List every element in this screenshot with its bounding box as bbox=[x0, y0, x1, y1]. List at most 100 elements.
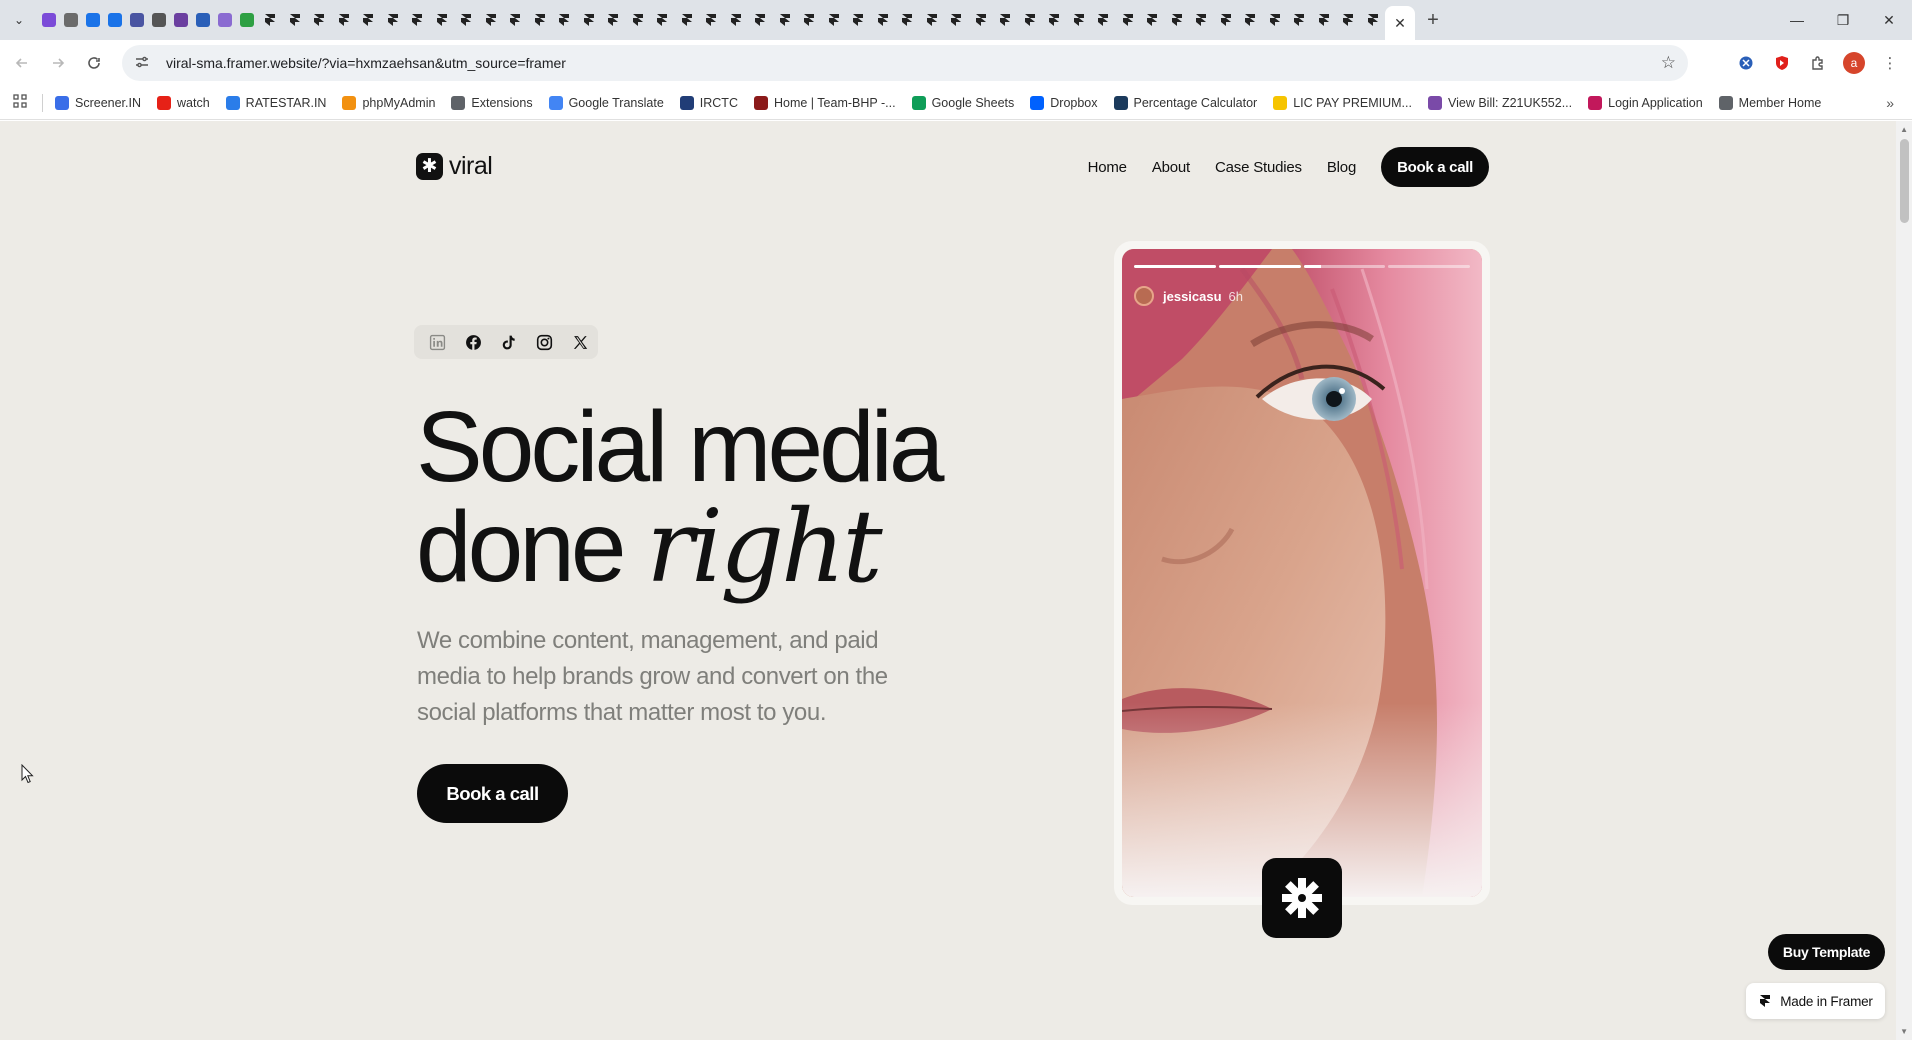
browser-tab[interactable] bbox=[993, 6, 1018, 34]
bookmark-item[interactable]: phpMyAdmin bbox=[342, 95, 435, 110]
browser-tab[interactable] bbox=[871, 6, 896, 34]
url-text[interactable]: viral-sma.framer.website/?via=hxmzaehsan… bbox=[166, 55, 566, 71]
browser-tab[interactable] bbox=[1140, 6, 1165, 34]
browser-tab[interactable] bbox=[748, 6, 773, 34]
browser-tab[interactable] bbox=[822, 6, 847, 34]
bookmark-item[interactable]: watch bbox=[157, 95, 210, 110]
browser-tab[interactable] bbox=[1042, 6, 1067, 34]
bookmark-item[interactable]: Percentage Calculator bbox=[1113, 95, 1257, 110]
shield-extension-icon[interactable] bbox=[1764, 45, 1800, 81]
browser-tab[interactable] bbox=[552, 6, 577, 34]
buy-template-button[interactable]: Buy Template bbox=[1768, 934, 1885, 970]
browser-tab[interactable] bbox=[192, 6, 214, 34]
browser-tab[interactable] bbox=[577, 6, 602, 34]
browser-tab[interactable] bbox=[1067, 6, 1092, 34]
browser-tab[interactable] bbox=[895, 6, 920, 34]
browser-tab[interactable] bbox=[944, 6, 969, 34]
active-tab[interactable]: ✕ bbox=[1385, 6, 1415, 40]
restore-button[interactable]: ❐ bbox=[1820, 0, 1866, 40]
bookmark-item[interactable]: Google Translate bbox=[548, 95, 664, 110]
browser-tab[interactable] bbox=[969, 6, 994, 34]
browser-tab[interactable] bbox=[82, 6, 104, 34]
browser-tab[interactable] bbox=[38, 6, 60, 34]
browser-tab[interactable] bbox=[1214, 6, 1239, 34]
made-in-framer-badge[interactable]: Made in Framer bbox=[1746, 983, 1885, 1019]
bookmark-item[interactable]: LIC PAY PREMIUM... bbox=[1273, 95, 1412, 110]
browser-tab[interactable] bbox=[104, 6, 126, 34]
bookmarks-overflow-button[interactable]: » bbox=[1886, 95, 1894, 111]
bookmark-item[interactable]: Home | Team-BHP -... bbox=[753, 95, 896, 110]
site-info-icon[interactable] bbox=[134, 54, 156, 73]
browser-tab[interactable] bbox=[773, 6, 798, 34]
browser-tab[interactable] bbox=[503, 6, 528, 34]
x-icon[interactable] bbox=[562, 325, 598, 359]
browser-tab[interactable] bbox=[170, 6, 192, 34]
browser-tab[interactable] bbox=[405, 6, 430, 34]
browser-tab[interactable] bbox=[1336, 6, 1361, 34]
browser-tab[interactable] bbox=[236, 6, 258, 34]
browser-tab[interactable] bbox=[430, 6, 455, 34]
facebook-icon[interactable] bbox=[456, 325, 492, 359]
browser-tab[interactable] bbox=[1165, 6, 1190, 34]
browser-tab[interactable] bbox=[797, 6, 822, 34]
bookmark-item[interactable]: Dropbox bbox=[1030, 95, 1098, 110]
browser-tab[interactable] bbox=[381, 6, 406, 34]
scroll-up-icon[interactable]: ▲ bbox=[1900, 125, 1908, 134]
nav-book-call-button[interactable]: Book a call bbox=[1381, 147, 1489, 187]
bookmark-item[interactable]: IRCTC bbox=[679, 95, 738, 110]
close-window-button[interactable]: ✕ bbox=[1866, 0, 1912, 40]
close-icon[interactable]: ✕ bbox=[1394, 15, 1406, 32]
browser-tab[interactable] bbox=[1287, 6, 1312, 34]
browser-tab[interactable] bbox=[601, 6, 626, 34]
nav-blog[interactable]: Blog bbox=[1327, 159, 1356, 176]
bookmark-item[interactable]: RATESTAR.IN bbox=[225, 95, 326, 110]
nav-case-studies[interactable]: Case Studies bbox=[1215, 159, 1302, 176]
nav-home[interactable]: Home bbox=[1088, 159, 1127, 176]
browser-tab[interactable] bbox=[1018, 6, 1043, 34]
browser-tab[interactable] bbox=[283, 6, 308, 34]
bookmark-item[interactable]: Extensions bbox=[451, 95, 533, 110]
browser-tab[interactable] bbox=[148, 6, 170, 34]
browser-tab[interactable] bbox=[214, 6, 236, 34]
puzzle-icon[interactable] bbox=[1800, 45, 1836, 81]
bookmark-item[interactable]: Screener.IN bbox=[55, 95, 141, 110]
browser-tab[interactable] bbox=[258, 6, 283, 34]
browser-tab[interactable] bbox=[920, 6, 945, 34]
page-scrollbar[interactable]: ▲ ▼ bbox=[1896, 121, 1912, 1040]
scrollbar-thumb[interactable] bbox=[1900, 139, 1909, 223]
hero-book-call-button[interactable]: Book a call bbox=[417, 764, 568, 823]
bookmark-item[interactable]: Member Home bbox=[1718, 95, 1821, 110]
browser-tab[interactable] bbox=[60, 6, 82, 34]
minimize-button[interactable]: — bbox=[1774, 0, 1820, 40]
tiktok-icon[interactable] bbox=[491, 325, 527, 359]
browser-tab[interactable] bbox=[1189, 6, 1214, 34]
browser-tab[interactable] bbox=[307, 6, 332, 34]
browser-tab[interactable] bbox=[626, 6, 651, 34]
nav-about[interactable]: About bbox=[1152, 159, 1190, 176]
bookmark-star-icon[interactable]: ☆ bbox=[1661, 53, 1676, 73]
linkedin-icon[interactable] bbox=[420, 325, 456, 359]
tab-search-button[interactable]: ⌄ bbox=[0, 0, 38, 40]
scroll-down-icon[interactable]: ▼ bbox=[1900, 1027, 1908, 1036]
bookmark-item[interactable]: Login Application bbox=[1588, 95, 1703, 110]
browser-tab[interactable] bbox=[356, 6, 381, 34]
browser-tab[interactable] bbox=[1312, 6, 1337, 34]
apps-grid-icon[interactable] bbox=[8, 94, 32, 111]
bookmark-item[interactable]: View Bill: Z21UK552... bbox=[1427, 95, 1572, 110]
browser-tab[interactable] bbox=[454, 6, 479, 34]
new-tab-button[interactable]: + bbox=[1415, 0, 1451, 40]
story-user[interactable]: jessicasu 6h bbox=[1134, 286, 1243, 306]
browser-tab[interactable] bbox=[1263, 6, 1288, 34]
instagram-icon[interactable] bbox=[527, 325, 563, 359]
browser-tab[interactable] bbox=[479, 6, 504, 34]
browser-tab[interactable] bbox=[332, 6, 357, 34]
reload-button[interactable] bbox=[76, 45, 112, 81]
back-button[interactable] bbox=[4, 45, 40, 81]
browser-tab[interactable] bbox=[650, 6, 675, 34]
browser-tab[interactable] bbox=[724, 6, 749, 34]
address-bar[interactable]: viral-sma.framer.website/?via=hxmzaehsan… bbox=[122, 45, 1688, 81]
logo[interactable]: ✱ viral bbox=[416, 152, 493, 181]
browser-tab[interactable] bbox=[699, 6, 724, 34]
browser-tab[interactable] bbox=[528, 6, 553, 34]
browser-tab[interactable] bbox=[126, 6, 148, 34]
